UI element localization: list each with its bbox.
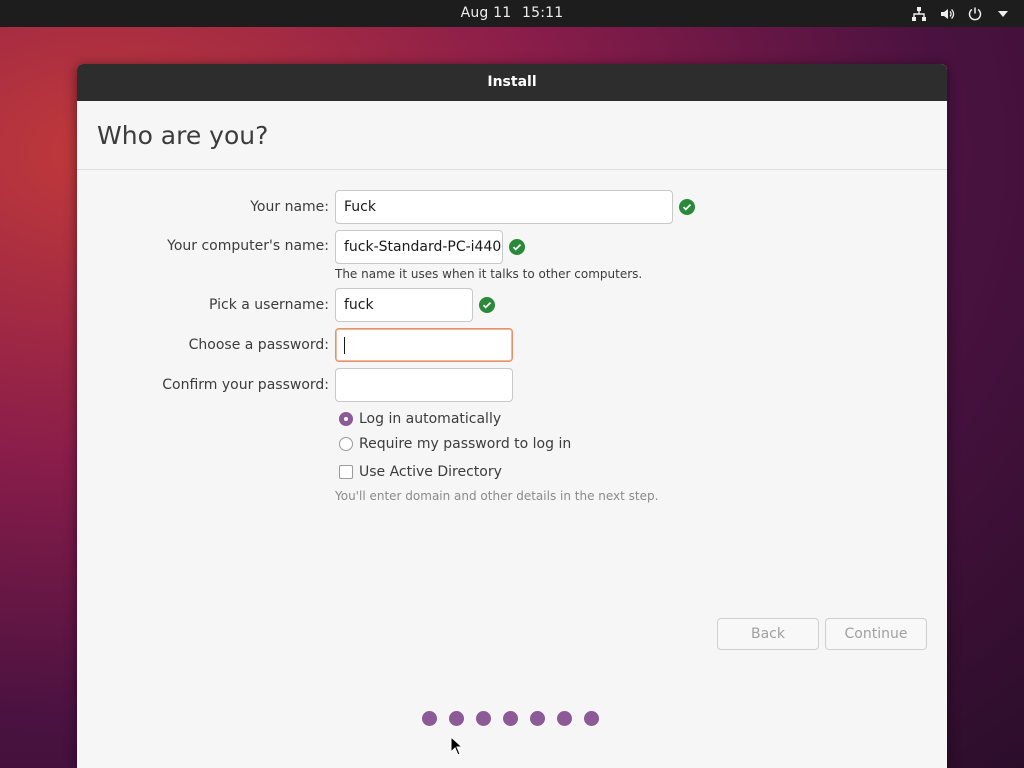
network-icon[interactable] [910,5,928,23]
progress-dot [530,711,545,726]
system-tray[interactable] [910,0,1012,27]
progress-dots [422,711,599,726]
continue-button[interactable]: Continue [825,618,927,650]
confirm-password-field[interactable] [335,368,513,402]
password-field[interactable] [335,328,513,362]
chevron-down-icon[interactable] [994,5,1012,23]
require-password-radio[interactable] [339,437,353,451]
progress-dot [557,711,572,726]
active-directory-label: Use Active Directory [359,464,502,480]
mouse-pointer-icon [450,735,464,760]
page-title: Who are you? [97,121,269,150]
username-field[interactable]: fuck [335,288,473,322]
power-icon[interactable] [966,5,984,23]
auto-login-radio[interactable] [339,412,353,426]
auto-login-option[interactable]: Log in automatically [339,411,501,427]
back-button[interactable]: Back [717,618,819,650]
username-label: Pick a username: [208,297,329,313]
computer-name-valid-icon [509,239,525,255]
name-label: Your name: [250,199,329,215]
active-directory-hint: You'll enter domain and other details in… [335,489,659,503]
confirm-password-label: Confirm your password: [162,377,329,393]
progress-dot [584,711,599,726]
require-password-option[interactable]: Require my password to log in [339,436,571,452]
name-field[interactable]: Fuck [335,190,673,224]
top-bar: Aug 11 15:11 [0,0,1024,27]
divider [77,169,947,170]
computer-name-field[interactable]: fuck-Standard-PC-i440F [335,230,503,264]
progress-dot [476,711,491,726]
clock-date: Aug 11 [460,5,512,21]
clock[interactable]: Aug 11 15:11 [0,0,1024,27]
text-caret [344,336,345,354]
computer-name-hint: The name it uses when it talks to other … [335,267,643,281]
username-valid-icon [479,297,495,313]
progress-dot [449,711,464,726]
active-directory-option[interactable]: Use Active Directory [339,464,502,480]
auto-login-label: Log in automatically [359,411,502,427]
password-label: Choose a password: [188,337,329,353]
progress-dot [422,711,437,726]
progress-dot [503,711,518,726]
computer-name-label: Your computer's name: [167,238,329,254]
volume-icon[interactable] [938,5,956,23]
name-valid-icon [679,199,695,215]
installer-window: Install Who are you? Your name: Fuck You… [77,64,947,768]
require-password-label: Require my password to log in [359,436,572,452]
active-directory-checkbox[interactable] [339,465,353,479]
clock-time: 15:11 [522,5,564,21]
window-title: Install [77,64,947,101]
